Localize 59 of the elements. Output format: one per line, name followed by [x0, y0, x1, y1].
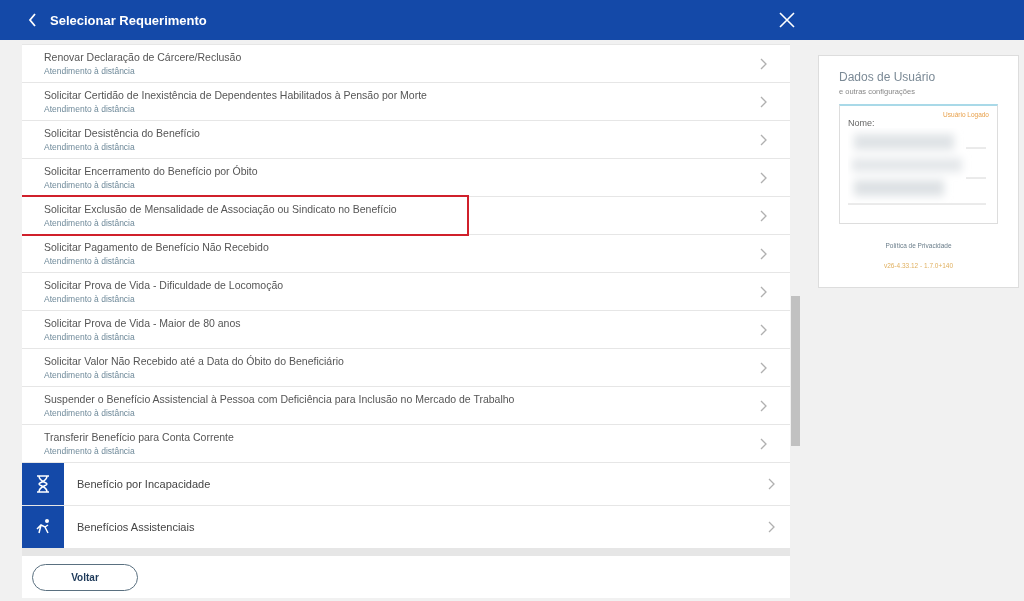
- request-item[interactable]: Solicitar Prova de Vida - Dificuldade de Locomoção Atendimento à distância: [22, 273, 790, 310]
- chevron-icon: [759, 95, 768, 108]
- chevron-icon: [767, 521, 776, 533]
- back-button[interactable]: [28, 13, 37, 27]
- category-item[interactable]: Benefício por Incapacidade: [22, 463, 790, 505]
- chevron-icon: [767, 478, 776, 490]
- request-title: Solicitar Prova de Vida - Maior de 80 anos: [44, 317, 242, 329]
- request-subtitle: Atendimento à distância: [44, 408, 136, 418]
- chevron-icon: [759, 247, 768, 260]
- name-label: Nome:: [848, 118, 876, 128]
- request-title: Suspender o Benefício Assistencial à Pessoa com Deficiência para Inclusão no Mercado de Trabalho: [44, 393, 516, 405]
- request-title: Solicitar Desistência do Benefício: [44, 127, 201, 139]
- hourglass-icon: [34, 474, 52, 494]
- chevron-icon: [759, 361, 768, 374]
- request-item[interactable]: Solicitar Prova de Vida - Maior de 80 anos Atendimento à distância: [22, 311, 790, 348]
- request-subtitle: Atendimento à distância: [44, 446, 136, 456]
- request-title: Solicitar Exclusão de Mensalidade de Associação ou Sindicato no Benefício: [44, 203, 397, 215]
- chevron-icon: [759, 133, 768, 146]
- request-subtitle: Atendimento à distância: [44, 142, 136, 152]
- request-subtitle: Atendimento à distância: [44, 180, 136, 190]
- request-title: Solicitar Certidão de Inexistência de Dependentes Habilitados à Pensão por Morte: [44, 89, 428, 101]
- request-title: Solicitar Valor Não Recebido até a Data do Óbito do Beneficiário: [44, 355, 345, 367]
- request-item[interactable]: Transferir Benefício para Conta Corrente Atendimento à distância: [22, 425, 790, 462]
- request-item[interactable]: Solicitar Certidão de Inexistência de Dependentes Habilitados à Pensão por Morte Atendimento à distância: [22, 83, 790, 120]
- request-title: Solicitar Pagamento de Benefício Não Recebido: [44, 241, 270, 253]
- back-button[interactable]: Voltar: [32, 563, 138, 591]
- request-title: Solicitar Encerramento do Benefício por Óbito: [44, 165, 259, 177]
- card-title: Dados de Usuário: [839, 70, 937, 84]
- request-subtitle: Atendimento à distância: [44, 332, 136, 342]
- request-item[interactable]: Renovar Declaração de Cárcere/Reclusão Atendimento à distância: [22, 45, 790, 82]
- request-subtitle: Atendimento à distância: [44, 256, 136, 266]
- request-title: Solicitar Prova de Vida - Dificuldade de Locomoção: [44, 279, 285, 291]
- category-item[interactable]: Benefícios Assistenciais: [22, 506, 790, 548]
- chevron-icon: [759, 57, 768, 70]
- chevron-icon: [759, 209, 768, 222]
- chevron-icon: [759, 437, 768, 450]
- request-subtitle: Atendimento à distância: [44, 66, 136, 76]
- request-subtitle: Atendimento à distância: [44, 218, 136, 228]
- request-title: Renovar Declaração de Cárcere/Reclusão: [44, 51, 243, 63]
- category-label: Benefício por Incapacidade: [77, 478, 212, 490]
- chevron-icon: [759, 323, 768, 336]
- close-button[interactable]: [779, 12, 795, 28]
- request-subtitle: Atendimento à distância: [44, 104, 136, 114]
- request-item[interactable]: Solicitar Valor Não Recebido até a Data do Óbito do Beneficiário Atendimento à distância: [22, 349, 790, 386]
- page-title: Selecionar Requerimento: [50, 12, 207, 28]
- chevron-icon: [759, 399, 768, 412]
- close-icon: [779, 12, 795, 28]
- chevron-icon: [759, 171, 768, 184]
- back-icon: [28, 13, 37, 27]
- category-label: Benefícios Assistenciais: [77, 521, 196, 533]
- request-item[interactable]: Solicitar Encerramento do Benefício por Óbito Atendimento à distância: [22, 159, 790, 196]
- request-item[interactable]: Solicitar Pagamento de Benefício Não Recebido Atendimento à distância: [22, 235, 790, 272]
- request-subtitle: Atendimento à distância: [44, 370, 136, 380]
- request-item[interactable]: Solicitar Exclusão de Mensalidade de Associação ou Sindicato no Benefício Atendimento à distância: [22, 197, 790, 234]
- request-title: Transferir Benefício para Conta Corrente: [44, 431, 235, 443]
- chevron-icon: [759, 285, 768, 298]
- request-item[interactable]: Suspender o Benefício Assistencial à Pessoa com Deficiência para Inclusão no Mercado de Trabalho Atendimento à distância: [22, 387, 790, 424]
- request-subtitle: Atendimento à distância: [44, 294, 136, 304]
- request-item[interactable]: Solicitar Desistência do Benefício Atendimento à distância: [22, 121, 790, 158]
